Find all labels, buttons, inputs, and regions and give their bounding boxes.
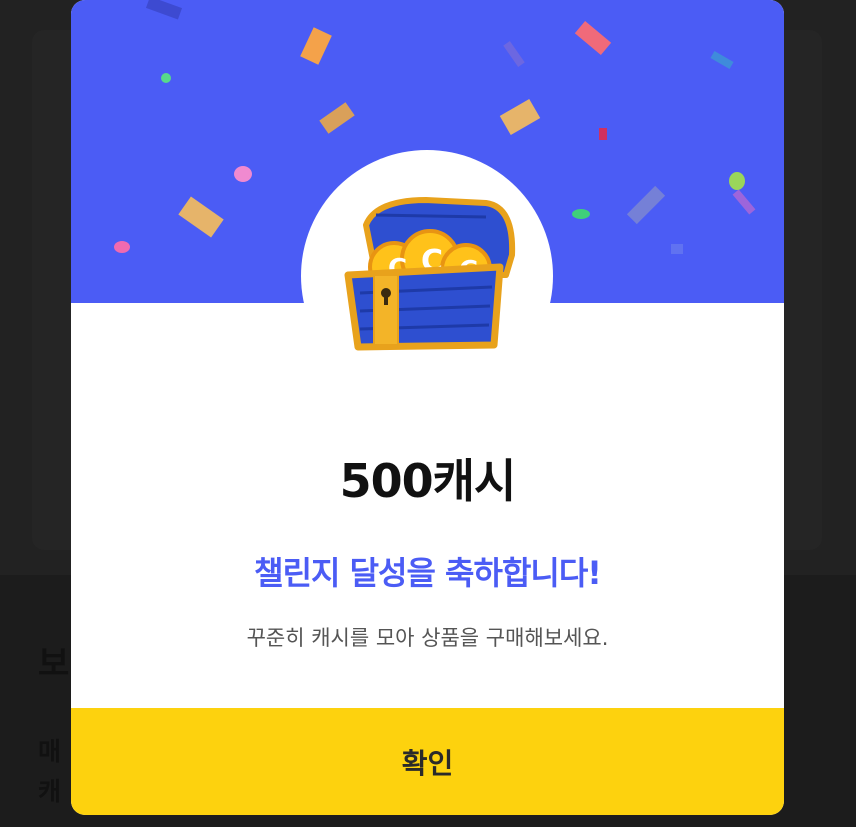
confetti-piece (319, 102, 355, 134)
congratulations-title: 챌린지 달성을 축하합니다! (254, 554, 602, 592)
confetti-piece (671, 244, 683, 254)
background-text-line-2: 캐 (38, 777, 62, 806)
treasure-chest-icon: C C C (344, 197, 516, 351)
confetti-piece (503, 41, 525, 67)
confetti-piece (300, 27, 332, 65)
confetti-piece (732, 189, 756, 215)
confetti-piece (114, 241, 130, 253)
confetti-piece (710, 51, 734, 69)
background-text-line-1: 매 (38, 737, 62, 766)
confetti-piece (574, 20, 612, 56)
background-heading: 보 (38, 644, 70, 684)
confetti-piece (499, 98, 541, 136)
confetti-piece (572, 209, 590, 219)
reward-amount: 500캐시 (339, 454, 517, 508)
confetti-piece (178, 196, 224, 238)
confirm-button[interactable]: 확인 (71, 708, 784, 815)
confetti-piece (234, 166, 252, 182)
confetti-piece (161, 73, 171, 83)
confetti-piece (599, 128, 607, 140)
reward-description: 꾸준히 캐시를 모아 상품을 구매해보세요. (246, 626, 609, 650)
confetti-piece (626, 185, 666, 225)
confetti-piece (729, 172, 745, 190)
confetti-piece (145, 0, 183, 20)
reward-modal: C C C 500캐시 챌린지 달성을 축하합니다! 꾸준히 캐시를 모아 상품… (71, 0, 784, 815)
